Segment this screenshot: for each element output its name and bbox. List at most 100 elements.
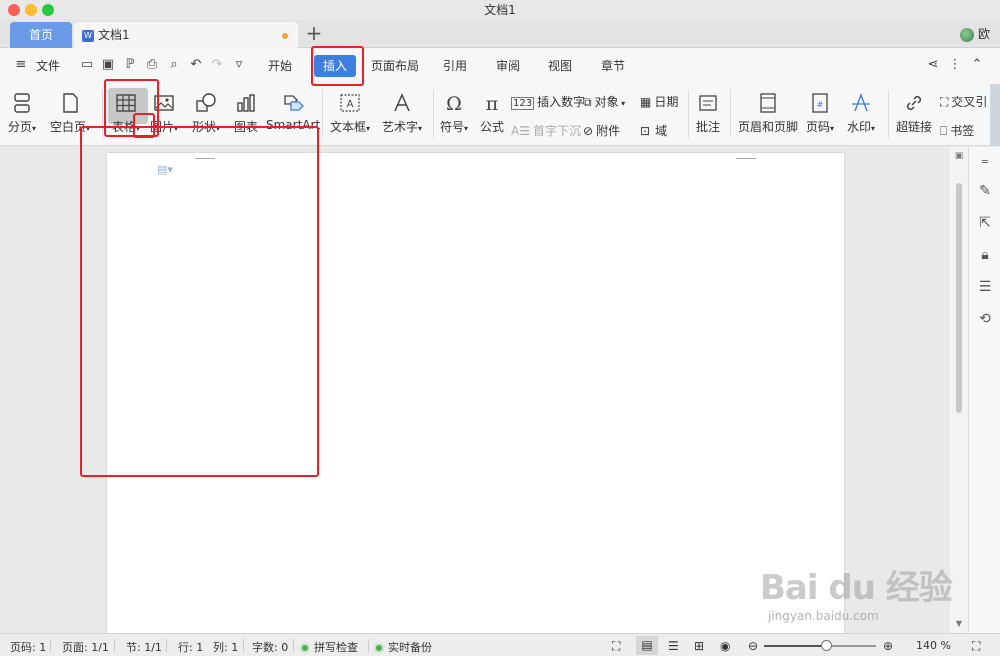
open-folder-icon[interactable]: ▭ [80,58,94,72]
cursor-icon[interactable]: ⇱ [977,215,993,231]
scroll-down-icon[interactable]: ▼ [953,619,965,629]
menu-chapter[interactable]: 章节 [601,57,625,74]
zoom-out-icon[interactable]: ⊖ [748,639,758,653]
share-icon[interactable]: ⋖ [926,58,940,72]
svg-text:#: # [817,100,824,109]
tab-bar: 首页 W 文档1 + 欧 [0,20,1000,48]
bookmark-button[interactable]: ⎕ 书签 [940,122,974,139]
document-icon: W [82,29,94,42]
annotation-table-area [80,126,319,477]
smartart-icon [284,95,304,111]
file-menu[interactable]: 文件 [36,57,60,74]
collapse-ribbon-icon[interactable]: ⌃ [970,58,984,72]
status-bar: 页码: 1 页面: 1/1 节: 1/1 行: 1 列: 1 字数: 0 拼写检… [0,633,1000,656]
scroll-top-icon[interactable]: ▣ [953,151,965,161]
pi-icon: π [486,93,499,114]
symbol-button[interactable]: Ω 符号▾ [440,92,468,135]
redo-icon[interactable]: ↷ [210,58,224,72]
new-tab-button[interactable]: + [304,20,324,46]
comment-button[interactable]: 批注 [696,92,720,135]
title-bar: 文档1 [0,0,1000,20]
window-title: 文档1 [484,3,516,17]
close-window-button[interactable] [8,4,20,16]
svg-text:π: π [486,93,499,114]
attachment-button[interactable]: ⊘ 附件 [583,122,620,139]
tab-home[interactable]: 首页 [10,22,72,48]
zoom-in-icon[interactable]: ⊕ [883,639,893,653]
chart-icon [237,94,255,112]
menu-references[interactable]: 引用 [443,57,467,74]
svg-text:A: A [347,99,354,110]
textbox-icon: A [340,94,360,112]
field-icon: ⊡ [640,124,651,138]
formula-button[interactable]: π 公式 [480,92,504,135]
zoom-slider[interactable] [764,640,876,651]
crossref-icon: ⛶ [940,95,949,109]
print-icon[interactable]: ⎙ [145,58,159,72]
more-icon[interactable]: ⋮ [948,58,962,72]
ribbon-scroll-right[interactable] [990,84,1000,146]
insert-number-button[interactable]: 123 插入数字 [511,93,585,110]
save-icon[interactable]: ▣ [101,58,115,72]
object-icon: ⧉ [583,95,592,109]
format-painter-icon[interactable]: ℙ [123,58,137,72]
spellcheck-toggle[interactable]: 拼写检查 [300,639,358,655]
header-footer-button[interactable]: 页眉和页脚 [738,92,798,135]
dropcap-button[interactable]: A☰ 首字下沉 [511,122,581,139]
user-account[interactable]: 欧 [959,24,990,44]
baidu-watermark: Bai du 经验 jingyan.baidu.com [760,560,953,623]
pagebreak-button[interactable]: 分页▾ [8,92,36,135]
object-button[interactable]: ⧉ 对象 ▾ [583,93,625,110]
lock-icon[interactable]: 🔒︎ [977,247,993,263]
hyperlink-button[interactable]: 超链接 [896,92,932,135]
eye-protection-icon[interactable]: ◉ [720,639,730,653]
field-button[interactable]: ⊡ 域 [640,122,667,139]
history-icon[interactable]: ⟲ [977,311,993,327]
right-toolbar: ═ ✎ ⇱ 🔒︎ ☰ ⟲ [968,147,1000,633]
page-view-icon[interactable]: ▤ [636,636,658,655]
zoom-slider-knob[interactable] [821,640,832,651]
sliders-icon[interactable]: ☰ [977,279,993,295]
hamburger-menu-icon[interactable]: ≡ [14,58,28,72]
tab-document-label: 文档1 [98,28,130,42]
scrollbar-thumb[interactable] [956,183,962,413]
maximize-window-button[interactable] [42,4,54,16]
zoom-fill [764,645,826,647]
minimize-window-button[interactable] [25,4,37,16]
menu-start[interactable]: 开始 [268,57,292,74]
menu-view[interactable]: 视图 [548,57,572,74]
page-number-button[interactable]: # 页码▾ [806,92,834,135]
backup-toggle[interactable]: 实时备份 [374,639,432,655]
menu-review[interactable]: 审阅 [496,57,520,74]
pagebreak-icon [14,93,30,113]
comment-icon [699,95,717,111]
status-section: 节: 1/1 [126,641,162,654]
watermark-button[interactable]: 水印▾ [847,92,875,135]
status-page: 页码: 1 [10,641,47,654]
watermark-url: jingyan.baidu.com [768,609,879,623]
outline-view-icon[interactable]: ☰ [668,639,679,653]
pen-icon[interactable]: ✎ [977,183,993,199]
svg-text:Ω: Ω [446,93,462,114]
omega-icon: Ω [446,93,462,114]
tab-document[interactable]: W 文档1 [74,22,298,48]
undo-icon[interactable]: ↶ [189,58,203,72]
zoom-level[interactable]: 140 % [916,639,951,652]
menu-page-layout[interactable]: 页面布局 [371,57,419,74]
vertical-scrollbar[interactable]: ▣ ▼ [950,147,968,633]
web-view-icon[interactable]: ⊞ [694,639,704,653]
bookmark-icon: ⎕ [940,124,948,138]
textbox-button[interactable]: A 文本框▾ [330,92,370,135]
panel-handle-icon[interactable]: ═ [977,155,993,171]
watermark-brand: Bai du 经验 [760,568,953,608]
paperclip-icon: ⊘ [583,124,594,138]
print-preview-icon[interactable]: ⌕ [167,58,181,72]
fullscreen-view-icon[interactable]: ⛶ [612,639,620,654]
crossref-button[interactable]: ⛶ 交叉引 [940,93,987,110]
arttext-button[interactable]: 艺术字▾ [382,92,422,135]
customize-toolbar-icon[interactable]: ▿ [232,58,246,72]
status-pages: 页面: 1/1 [62,641,109,654]
fit-window-icon[interactable]: ⛶ [972,639,980,654]
arttext-icon [394,93,410,112]
date-button[interactable]: ▦ 日期 [640,93,678,110]
